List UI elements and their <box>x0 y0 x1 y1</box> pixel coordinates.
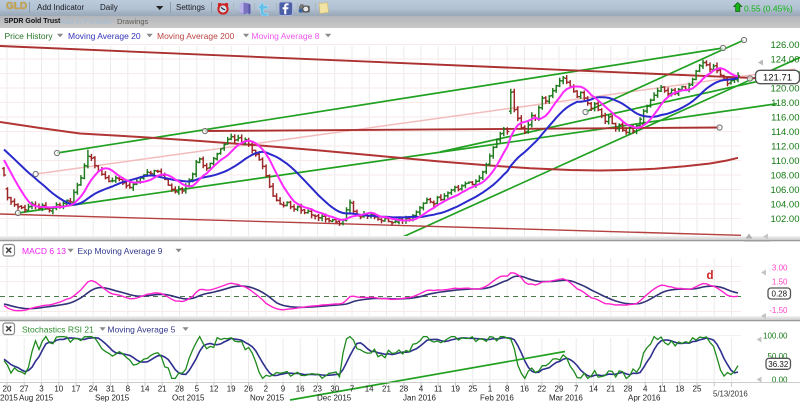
svg-text:28: 28 <box>175 385 184 394</box>
svg-text:Feb 2016: Feb 2016 <box>480 394 514 403</box>
svg-text:11: 11 <box>658 385 667 394</box>
svg-text:28: 28 <box>624 385 633 394</box>
svg-text:11: 11 <box>434 385 443 394</box>
svg-text:Mar 2016: Mar 2016 <box>549 394 583 403</box>
svg-text:Aug 2015: Aug 2015 <box>19 394 54 403</box>
svg-text:Exp Moving Average 9: Exp Moving Average 9 <box>78 246 163 256</box>
svg-text:26: 26 <box>244 385 253 394</box>
svg-text:25: 25 <box>693 385 702 394</box>
svg-text:19: 19 <box>227 385 236 394</box>
svg-text:Apr 2016: Apr 2016 <box>628 394 661 403</box>
svg-text:Dec 2015: Dec 2015 <box>317 394 352 403</box>
svg-text:121.71: 121.71 <box>763 72 792 83</box>
svg-text:36.32: 36.32 <box>768 360 789 369</box>
svg-text:108.00: 108.00 <box>770 170 799 181</box>
svg-text:116.00: 116.00 <box>771 112 799 123</box>
svg-text:23: 23 <box>313 385 322 394</box>
svg-text:Price History: Price History <box>5 31 54 41</box>
svg-text:3.00: 3.00 <box>772 263 788 272</box>
svg-text:0.55 (0.45%): 0.55 (0.45%) <box>744 4 793 14</box>
svg-text:16: 16 <box>296 385 305 394</box>
svg-text:8: 8 <box>126 385 131 394</box>
svg-text:4: 4 <box>643 385 648 394</box>
svg-text:Stochastics RSI 21: Stochastics RSI 21 <box>22 325 94 335</box>
svg-text:4: 4 <box>419 385 424 394</box>
svg-text:102.00: 102.00 <box>770 214 799 225</box>
svg-text:120.00: 120.00 <box>770 83 799 94</box>
svg-text:9: 9 <box>281 385 286 394</box>
svg-text:19: 19 <box>451 385 460 394</box>
svg-text:24: 24 <box>89 385 98 394</box>
svg-text:112.00: 112.00 <box>771 141 799 152</box>
svg-text:14: 14 <box>141 385 150 394</box>
svg-text:14: 14 <box>589 385 598 394</box>
svg-text:5/13/2016: 5/13/2016 <box>713 389 748 398</box>
svg-text:7: 7 <box>350 385 355 394</box>
svg-text:29: 29 <box>555 385 564 394</box>
svg-text:5: 5 <box>195 385 200 394</box>
svg-text:Moving Average 8: Moving Average 8 <box>252 31 320 41</box>
svg-text:0.00: 0.00 <box>772 375 788 384</box>
svg-text:106.00: 106.00 <box>770 185 799 196</box>
svg-text:1.50: 1.50 <box>772 278 788 287</box>
svg-text:d: d <box>707 270 714 282</box>
svg-text:27: 27 <box>20 385 29 394</box>
svg-text:-1.50: -1.50 <box>769 306 788 315</box>
svg-text:17: 17 <box>72 385 81 394</box>
svg-text:Oct 2015: Oct 2015 <box>172 394 205 403</box>
svg-text:114.00: 114.00 <box>771 127 799 138</box>
svg-text:118.00: 118.00 <box>771 98 799 109</box>
svg-text:100.00: 100.00 <box>763 331 788 340</box>
svg-text:2015: 2015 <box>0 394 18 403</box>
svg-text:21: 21 <box>606 385 615 394</box>
svg-text:Nov 2015: Nov 2015 <box>250 394 285 403</box>
svg-text:10: 10 <box>54 385 63 394</box>
svg-text:14: 14 <box>365 385 374 394</box>
svg-text:7: 7 <box>574 385 579 394</box>
svg-text:22: 22 <box>537 385 546 394</box>
svg-text:126.00: 126.00 <box>770 40 799 51</box>
svg-text:Moving Average 200: Moving Average 200 <box>157 31 235 41</box>
svg-text:18: 18 <box>675 385 684 394</box>
svg-text:12: 12 <box>210 385 219 394</box>
svg-text:31: 31 <box>106 385 115 394</box>
svg-text:2: 2 <box>264 385 269 394</box>
svg-text:Moving Average 20: Moving Average 20 <box>68 31 141 41</box>
svg-text:0.28: 0.28 <box>772 290 788 299</box>
svg-text:MACD 6 13: MACD 6 13 <box>22 246 66 256</box>
svg-text:16: 16 <box>520 385 529 394</box>
svg-text:21: 21 <box>158 385 167 394</box>
svg-text:110.00: 110.00 <box>771 156 799 167</box>
svg-text:3: 3 <box>39 385 44 394</box>
svg-text:25: 25 <box>468 385 477 394</box>
svg-text:21: 21 <box>382 385 391 394</box>
svg-text:104.00: 104.00 <box>770 199 799 210</box>
svg-text:30: 30 <box>330 385 339 394</box>
svg-text:28: 28 <box>399 385 408 394</box>
svg-text:1: 1 <box>488 385 493 394</box>
svg-text:20: 20 <box>3 385 12 394</box>
svg-text:Jan 2016: Jan 2016 <box>403 394 436 403</box>
svg-text:8: 8 <box>505 385 510 394</box>
svg-text:124.00: 124.00 <box>770 54 799 65</box>
svg-text:Sep 2015: Sep 2015 <box>95 394 130 403</box>
svg-text:Moving Average 5: Moving Average 5 <box>108 325 176 335</box>
